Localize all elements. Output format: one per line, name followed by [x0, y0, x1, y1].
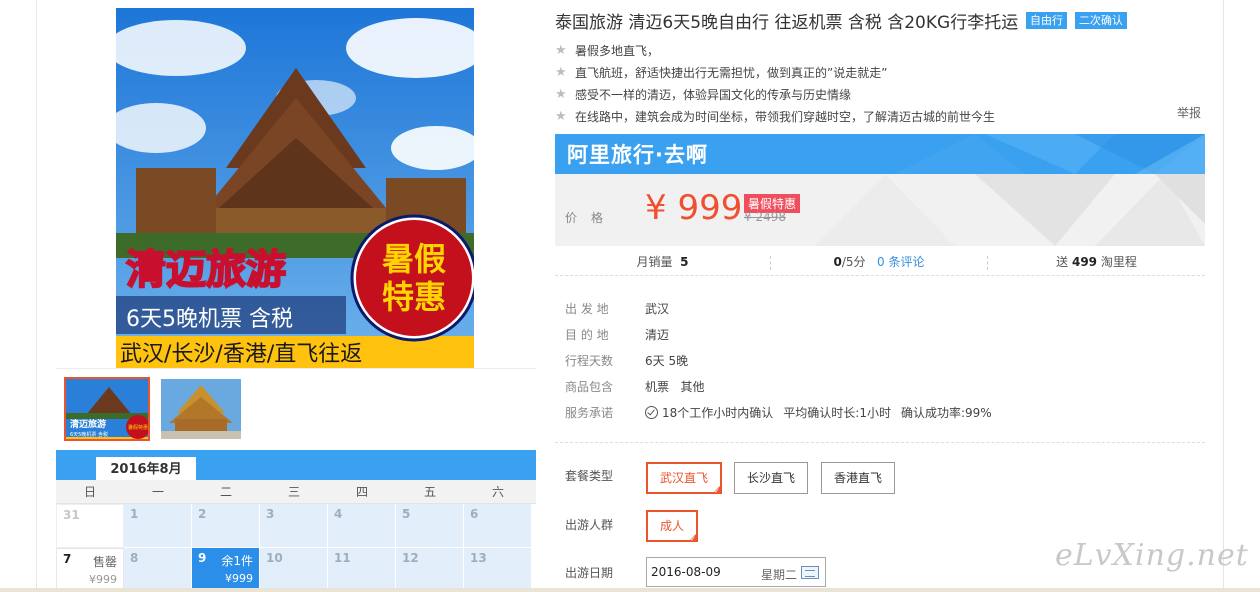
travel-date-value: 2016-08-09: [651, 565, 721, 579]
price-calendar: 2016年8月 日 一 二 三 四 五 六 31 1 2 3 4 5 6 7 售…: [56, 450, 536, 592]
brand-banner: 阿里旅行·去啊: [555, 134, 1205, 174]
travel-date-input[interactable]: 2016-08-09 星期二: [646, 557, 826, 587]
weekday-sat: 六: [491, 485, 504, 499]
weekday-tue: 二: [219, 485, 232, 499]
info-row-duration: 行程天数 6天 5晚: [565, 354, 689, 368]
product-title: 泰国旅游 清迈6天5晚自由行 往返机票 含税 含20KG行李托运: [555, 13, 1019, 33]
calendar-day: 1: [124, 504, 192, 548]
travel-date-label: 出游日期: [565, 566, 614, 580]
brand-banner-text: 阿里旅行·去啊: [567, 143, 708, 167]
weekday-thu: 四: [355, 485, 368, 499]
reviews-link[interactable]: 0 条评论: [877, 255, 924, 269]
product-detail-column: 泰国旅游 清迈6天5晚自由行 往返机票 含税 含20KG行李托运 自由行 二次确…: [555, 0, 1205, 592]
info-row-departure: 出 发 地武汉: [565, 302, 670, 316]
info-table: 出 发 地武汉 目 的 地清迈 行程天数 6天 5晚 商品包含 机票 其他 服务承诺…: [565, 296, 1205, 426]
report-link[interactable]: 举报: [1177, 104, 1201, 121]
calendar-day: 8: [124, 548, 192, 592]
old-price: ¥ 2498: [744, 210, 786, 224]
weekday-wed: 三: [287, 485, 300, 499]
monthly-sales: 月销量 5: [636, 255, 689, 269]
calendar-day: 11: [328, 548, 396, 592]
thumb-subline: 6天5晚机票 含税: [70, 431, 108, 438]
info-row-includes: 商品包含 机票 其他: [565, 380, 705, 394]
calendar-day: 31: [56, 504, 124, 548]
hero-headline-text: 清迈旅游: [126, 247, 286, 293]
thumb-headline: 清迈旅游: [70, 418, 106, 430]
calendar-weekday-row: 日 一 二 三 四 五 六: [56, 480, 536, 504]
hero-routes-text: 武汉/长沙/香港/直飞往返: [120, 342, 362, 367]
calendar-day: 12: [396, 548, 464, 592]
feature-list: ★ 暑假多地直飞， ★ 直飞航班，舒适快捷出行无需担忧，做到真正的”说走就走” ★ 感…: [555, 40, 1205, 128]
weekday-fri: 五: [423, 485, 436, 499]
thumbnail-1[interactable]: 清迈旅游 6天5晚机票 含税 暑假特惠: [64, 377, 150, 441]
calendar-day: 3: [260, 504, 328, 548]
section-divider: [555, 442, 1205, 443]
calendar-day-selected[interactable]: 9 余1件 ¥999: [192, 548, 260, 592]
main-product-image[interactable]: 清迈旅游 6天5晚机票 含税 武汉/长沙/香港/直飞往返 暑假 特惠: [116, 8, 474, 368]
info-row-service-promise: 服务承诺 18个工作小时内确认 平均确认时长:1小时 确认成功率:99%: [565, 406, 992, 420]
hero-badge-line1: 暑假: [382, 240, 446, 278]
package-type-label: 套餐类型: [565, 469, 614, 483]
hero-badge-line2: 特惠: [382, 278, 446, 316]
calendar-day: 13: [464, 548, 532, 592]
calendar-day-soldout: 7 售罄 ¥999: [56, 548, 124, 592]
travel-date-weekday: 星期二: [761, 568, 798, 582]
traveler-group-label: 出游人群: [565, 518, 614, 532]
feature-item: ★ 暑假多地直飞，: [555, 40, 1205, 62]
star-icon: ★: [555, 43, 567, 58]
stats-row: 月销量 5 0/5分 0 条评论 送 499 淘里程: [555, 250, 1205, 276]
thumbnail-strip: 清迈旅游 6天5晚机票 含税 暑假特惠: [56, 368, 536, 450]
watermark: eLvXing.net: [1055, 538, 1249, 573]
rating: 0/5分 0 条评论: [833, 255, 925, 269]
weekday-mon: 一: [151, 485, 164, 499]
gallery-column: 清迈旅游 6天5晚机票 含税 武汉/长沙/香港/直飞往返 暑假 特惠 清迈旅游 …: [56, 0, 536, 592]
calendar-month-tab[interactable]: 2016年8月: [96, 455, 196, 482]
calendar-icon[interactable]: [801, 566, 819, 579]
calendar-header: 2016年8月: [56, 450, 536, 482]
price-box: 价格 ¥ 999 暑假特惠 ¥ 2498: [555, 174, 1205, 246]
calendar-day: 6: [464, 504, 532, 548]
tag-free-travel: 自由行: [1026, 12, 1068, 29]
price-value: ¥ 999: [645, 188, 743, 228]
check-circle-icon: [645, 406, 658, 419]
mileage: 送 499 淘里程: [1056, 255, 1137, 269]
star-icon: ★: [555, 65, 567, 80]
title-row: 泰国旅游 清迈6天5晚自由行 往返机票 含税 含20KG行李托运 自由行 二次确…: [555, 8, 1205, 33]
feature-item: ★ 在线路中，建筑会成为时间坐标，带领我们穿越时空，了解清迈古城的前世今生: [555, 106, 1205, 128]
feature-item: ★ 直飞航班，舒适快捷出行无需担忧，做到真正的”说走就走”: [555, 62, 1205, 84]
package-option-hongkong[interactable]: 香港直飞: [821, 462, 896, 494]
hero-subline-text: 6天5晚机票 含税: [126, 307, 293, 332]
package-option-changsha[interactable]: 长沙直飞: [734, 462, 809, 494]
weekday-sun: 日: [83, 485, 96, 499]
calendar-day: 2: [192, 504, 260, 548]
star-icon: ★: [555, 109, 567, 124]
tag-second-confirm: 二次确认: [1074, 12, 1127, 29]
thumbnail-2[interactable]: [161, 379, 241, 439]
calendar-day: 10: [260, 548, 328, 592]
package-option-wuhan[interactable]: 武汉直飞: [646, 462, 723, 496]
price-label: 价格: [565, 211, 618, 225]
bottom-strip: [0, 588, 1260, 592]
info-row-destination: 目 的 地清迈: [565, 328, 670, 342]
calendar-day: 5: [396, 504, 464, 548]
feature-item: ★ 感受不一样的清迈，体验异国文化的传承与历史情缘: [555, 84, 1205, 106]
calendar-day: 4: [328, 504, 396, 548]
star-icon: ★: [555, 87, 567, 102]
thumb-badge: 暑假特惠: [128, 424, 148, 431]
group-option-adult[interactable]: 成人: [646, 510, 699, 544]
